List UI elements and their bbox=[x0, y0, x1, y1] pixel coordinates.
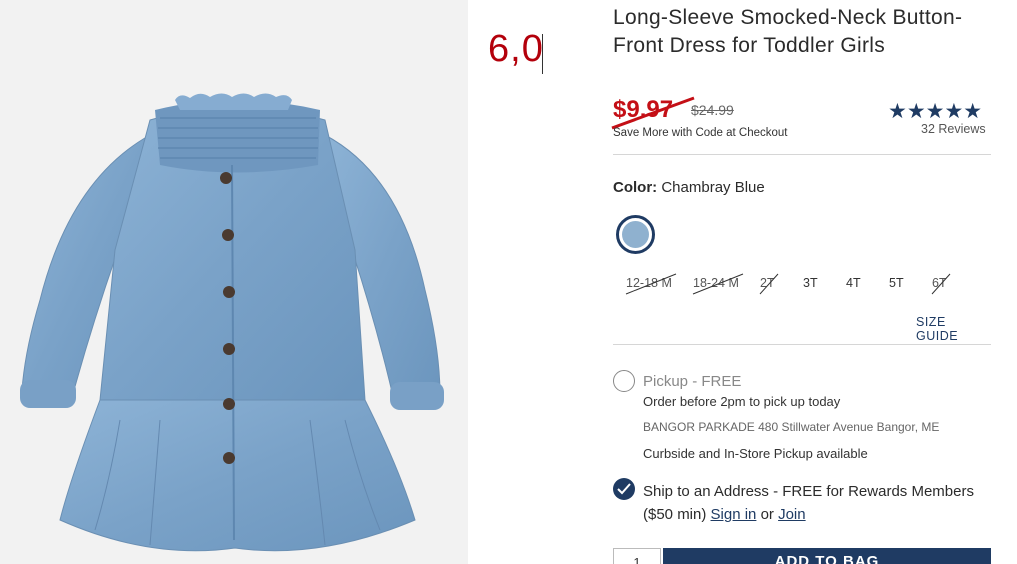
product-image[interactable] bbox=[0, 0, 468, 564]
pickup-note: Order before 2pm to pick up today bbox=[643, 394, 841, 409]
store-address[interactable]: BANGOR PARKADE 480 Stillwater Avenue Ban… bbox=[643, 420, 939, 434]
curbside-note: Curbside and In-Store Pickup available bbox=[643, 446, 868, 461]
reviews-link[interactable]: 32 Reviews bbox=[921, 122, 986, 136]
pickup-radio[interactable] bbox=[613, 370, 635, 392]
size-option-4t[interactable]: 4T bbox=[846, 276, 861, 290]
size-selector: 12-18 M 18-24 M 2T 3T 4T 5T 6T bbox=[613, 273, 991, 296]
divider bbox=[613, 344, 991, 345]
rating-stars[interactable]: ★★★★★ bbox=[888, 99, 982, 124]
checkmark-icon bbox=[617, 483, 631, 495]
pickup-label: Pickup - FREE bbox=[643, 373, 742, 390]
ship-option: Ship to an Address - FREE for Rewards Me… bbox=[643, 480, 993, 526]
size-option-2t[interactable]: 2T bbox=[760, 276, 775, 290]
color-value: Chambray Blue bbox=[661, 179, 765, 196]
size-option-5t[interactable]: 5T bbox=[889, 276, 904, 290]
add-to-bag-button[interactable]: ADD TO BAG bbox=[663, 548, 991, 564]
or-text: or bbox=[760, 506, 774, 523]
color-swatch-chambray-blue[interactable] bbox=[616, 215, 655, 254]
size-guide-link[interactable]: SIZE GUIDE bbox=[916, 315, 991, 343]
sign-in-link[interactable]: Sign in bbox=[711, 506, 757, 523]
quantity-stepper[interactable]: 1 bbox=[613, 548, 661, 564]
join-link[interactable]: Join bbox=[778, 506, 806, 523]
overlay-number: 6,0 bbox=[488, 28, 544, 70]
size-option-12-18m[interactable]: 12-18 M bbox=[626, 276, 672, 290]
ship-label-text: Ship to an Address - FREE for Rewards Me… bbox=[643, 483, 974, 523]
promo-text: Save More with Code at Checkout bbox=[613, 127, 788, 139]
color-row: Color: Chambray Blue bbox=[613, 179, 765, 196]
size-option-18-24m[interactable]: 18-24 M bbox=[693, 276, 739, 290]
divider bbox=[613, 154, 991, 155]
text-cursor bbox=[542, 34, 543, 74]
original-price: $24.99 bbox=[691, 102, 734, 118]
swatch-fill bbox=[622, 221, 649, 248]
ship-radio[interactable] bbox=[613, 478, 635, 500]
size-option-6t[interactable]: 6T bbox=[932, 276, 947, 290]
color-label: Color: bbox=[613, 179, 658, 196]
product-title: Long-Sleeve Smocked-Neck Button-Front Dr… bbox=[613, 6, 963, 57]
dress-illustration bbox=[20, 93, 444, 552]
size-option-3t[interactable]: 3T bbox=[803, 276, 818, 290]
